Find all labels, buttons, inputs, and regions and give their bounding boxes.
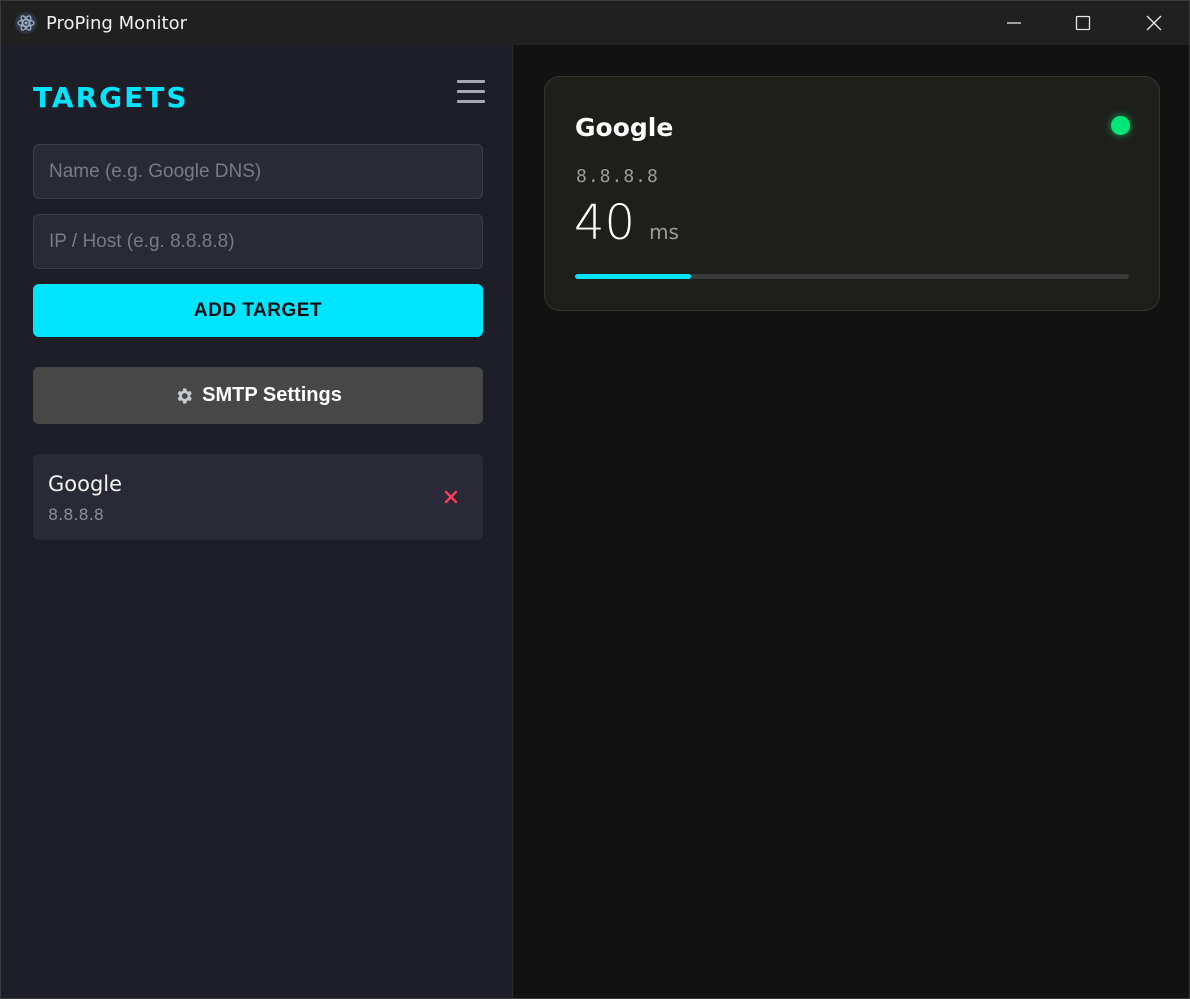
target-item-host: 8.8.8.8 [48,505,104,524]
target-status-card: Google 8.8.8.8 40 ms [544,76,1160,311]
target-host-input[interactable] [33,214,483,269]
close-icon [1146,15,1162,31]
window-title: ProPing Monitor [46,13,187,34]
latency-value: 40 [574,195,636,251]
smtp-settings-button[interactable]: SMTP Settings [33,367,483,424]
electron-atom-icon [15,12,37,34]
card-target-host: 8.8.8.8 [576,166,659,187]
maximize-button[interactable] [1048,1,1118,45]
close-icon [444,490,458,504]
close-window-button[interactable] [1119,1,1189,45]
latency-bar [575,274,1129,279]
target-name-input[interactable] [33,144,483,199]
target-list-item[interactable]: Google 8.8.8.8 [33,454,483,540]
minimize-icon [1007,22,1021,24]
latency-bar-fill [575,274,692,279]
title-bar[interactable]: ProPing Monitor [1,1,1189,45]
latency-unit: ms [649,220,679,244]
minimize-button[interactable] [979,1,1049,45]
sidebar: TARGETS ADD TARGET SMTP Settings Google … [1,45,513,998]
card-target-name: Google [575,113,674,142]
targets-heading: TARGETS [33,81,189,114]
online-status-indicator [1111,116,1130,135]
smtp-settings-label: SMTP Settings [202,384,342,406]
gear-icon [177,388,193,403]
hamburger-menu-icon[interactable] [457,75,489,107]
remove-target-button[interactable] [437,483,465,511]
add-target-button[interactable]: ADD TARGET [33,284,483,337]
app-window: ProPing Monitor TARGETS ADD TARGET [0,0,1190,999]
target-item-name: Google [48,472,123,496]
monitor-panel: Google 8.8.8.8 40 ms [514,45,1189,998]
maximize-icon [1075,15,1091,31]
latency-readout: 40 ms [574,195,679,251]
